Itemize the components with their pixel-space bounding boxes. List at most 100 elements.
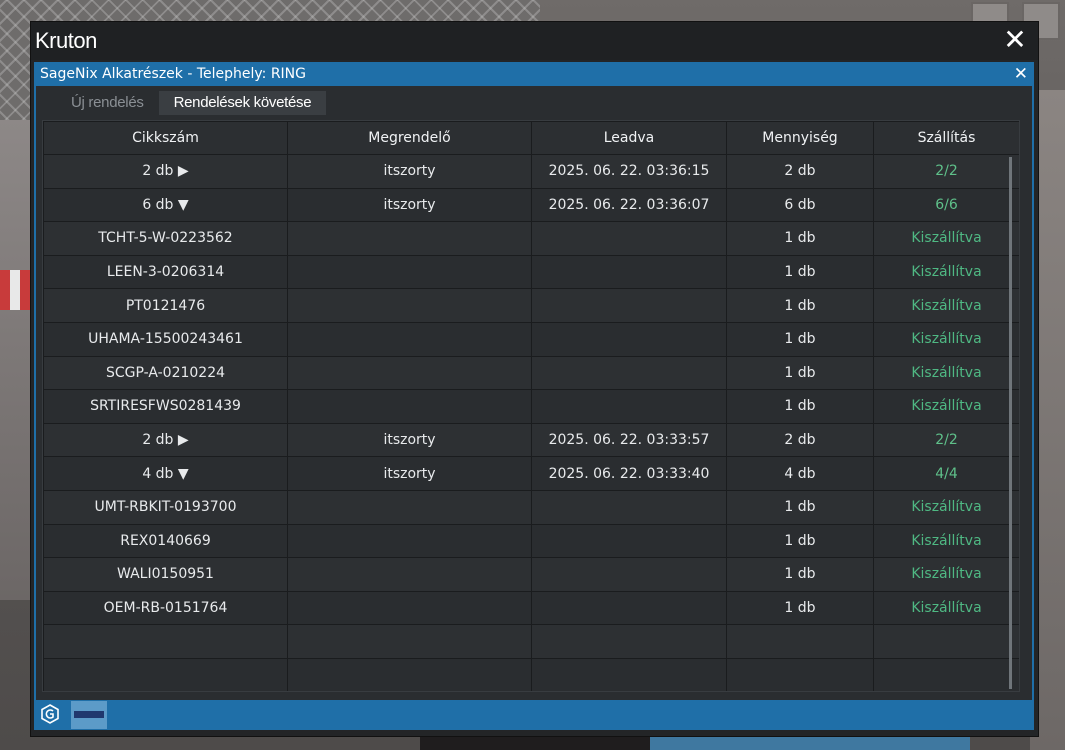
window-title: Kruton bbox=[35, 28, 97, 53]
window-close-button[interactable]: ✕ bbox=[1000, 25, 1030, 55]
cell-part-number: SCGP-A-0210224 bbox=[43, 355, 288, 391]
cell-customer bbox=[287, 523, 532, 559]
cell-placed bbox=[531, 489, 727, 525]
cell-placed bbox=[531, 221, 727, 256]
cell-part-number: LEEN-3-0206314 bbox=[43, 254, 288, 290]
cell-part-number: REX0140669 bbox=[43, 523, 288, 559]
cell-shipping bbox=[873, 657, 1019, 691]
cell-quantity: 1 db bbox=[726, 321, 874, 357]
table-row[interactable]: TCHT-5-W-0223562 1 db Kiszállítva bbox=[43, 221, 1019, 256]
panel-close-button[interactable]: ✕ bbox=[1014, 64, 1028, 84]
table-row[interactable]: 2 db ▶ itszorty 2025. 06. 22. 03:36:15 2 db… bbox=[43, 154, 1019, 189]
table-row[interactable]: UHAMA-15500243461 1 db Kiszállítva bbox=[43, 321, 1019, 357]
column-header-quantity[interactable]: Mennyiség bbox=[726, 121, 874, 155]
cell-placed bbox=[531, 355, 727, 391]
table-row[interactable]: 4 db ▼ itszorty 2025. 06. 22. 03:33:40 4 db… bbox=[43, 456, 1019, 491]
panel-title: SageNix Alkatrészek - Telephely: RING bbox=[40, 66, 306, 82]
cell-quantity: 6 db bbox=[726, 187, 874, 223]
cell-customer bbox=[287, 288, 532, 323]
cell-part-number: 4 db ▼ bbox=[43, 456, 288, 491]
cell-customer bbox=[287, 389, 532, 424]
close-icon: ✕ bbox=[1003, 23, 1027, 56]
cell-placed bbox=[531, 321, 727, 357]
cell-quantity: 2 db bbox=[726, 422, 874, 458]
column-header-placed[interactable]: Leadva bbox=[531, 121, 727, 155]
cell-placed bbox=[531, 557, 727, 592]
table-scrollbar[interactable] bbox=[1009, 157, 1012, 689]
cell-shipping: Kiszállítva bbox=[873, 321, 1019, 357]
table-row[interactable]: SRTIRESFWS0281439 1 db Kiszállítva bbox=[43, 389, 1019, 424]
cell-customer: itszorty bbox=[287, 187, 532, 223]
cell-placed bbox=[531, 288, 727, 323]
cell-placed bbox=[531, 590, 727, 626]
table-row[interactable]: 2 db ▶ itszorty 2025. 06. 22. 03:33:57 2 db… bbox=[43, 422, 1019, 458]
column-header-customer[interactable]: Megrendelő bbox=[287, 121, 532, 155]
cell-shipping: Kiszállítva bbox=[873, 523, 1019, 559]
cell-part-number: OEM-RB-0151764 bbox=[43, 590, 288, 626]
cell-part-number: UMT-RBKIT-0193700 bbox=[43, 489, 288, 525]
cell-part-number: PT0121476 bbox=[43, 288, 288, 323]
table-row[interactable]: OEM-RB-0151764 1 db Kiszállítva bbox=[43, 590, 1019, 626]
cell-placed: 2025. 06. 22. 03:33:57 bbox=[531, 422, 727, 458]
cell-shipping: Kiszállítva bbox=[873, 557, 1019, 592]
window-titlebar: Kruton ✕ bbox=[31, 22, 1038, 60]
table-row[interactable]: 6 db ▼ itszorty 2025. 06. 22. 03:36:07 6 db… bbox=[43, 187, 1019, 223]
tab-bar: Új rendelés Rendelések követése bbox=[56, 91, 327, 115]
cell-quantity: 1 db bbox=[726, 489, 874, 525]
table-row[interactable] bbox=[43, 624, 1019, 659]
cell-shipping: Kiszállítva bbox=[873, 389, 1019, 424]
cell-quantity: 1 db bbox=[726, 523, 874, 559]
cell-shipping: Kiszállítva bbox=[873, 355, 1019, 391]
background-figure bbox=[420, 735, 650, 750]
tab-new-order[interactable]: Új rendelés bbox=[56, 91, 159, 115]
cell-quantity bbox=[726, 657, 874, 691]
cell-customer: itszorty bbox=[287, 422, 532, 458]
cell-placed: 2025. 06. 22. 03:33:40 bbox=[531, 456, 727, 491]
cell-placed bbox=[531, 254, 727, 290]
brand-logo-icon[interactable] bbox=[71, 701, 107, 729]
table-row[interactable]: WALI0150951 1 db Kiszállítva bbox=[43, 557, 1019, 592]
table-row[interactable]: LEEN-3-0206314 1 db Kiszállítva bbox=[43, 254, 1019, 290]
cell-part-number: 2 db ▶ bbox=[43, 154, 288, 189]
cell-customer bbox=[287, 254, 532, 290]
tab-order-tracking[interactable]: Rendelések követése bbox=[158, 91, 327, 115]
table-row[interactable]: UMT-RBKIT-0193700 1 db Kiszállítva bbox=[43, 489, 1019, 525]
cell-quantity: 2 db bbox=[726, 154, 874, 189]
cell-shipping: Kiszállítva bbox=[873, 254, 1019, 290]
orders-table: Cikkszám Megrendelő Leadva Mennyiség Szá… bbox=[43, 121, 1019, 691]
cell-quantity: 1 db bbox=[726, 221, 874, 256]
brand-logo-mark bbox=[74, 711, 104, 718]
table-row[interactable]: SCGP-A-0210224 1 db Kiszállítva bbox=[43, 355, 1019, 391]
cell-shipping bbox=[873, 624, 1019, 659]
cell-part-number: 2 db ▶ bbox=[43, 422, 288, 458]
cell-customer bbox=[287, 221, 532, 256]
app-logo-icon[interactable] bbox=[40, 704, 60, 724]
cell-part-number bbox=[43, 657, 288, 691]
cell-quantity: 1 db bbox=[726, 590, 874, 626]
column-header-shipping[interactable]: Szállítás bbox=[873, 121, 1019, 155]
cell-quantity: 1 db bbox=[726, 355, 874, 391]
cell-part-number: UHAMA-15500243461 bbox=[43, 321, 288, 357]
column-header-part-number[interactable]: Cikkszám bbox=[43, 121, 288, 155]
table-row[interactable] bbox=[43, 657, 1019, 691]
cell-customer: itszorty bbox=[287, 456, 532, 491]
cell-customer bbox=[287, 557, 532, 592]
cell-customer bbox=[287, 590, 532, 626]
table-header-row: Cikkszám Megrendelő Leadva Mennyiség Szá… bbox=[43, 121, 1019, 155]
cell-customer: itszorty bbox=[287, 154, 532, 189]
cell-shipping: 6/6 bbox=[873, 187, 1019, 223]
cell-quantity: 1 db bbox=[726, 389, 874, 424]
cell-quantity: 4 db bbox=[726, 456, 874, 491]
cell-part-number bbox=[43, 624, 288, 659]
table-row[interactable]: REX0140669 1 db Kiszállítva bbox=[43, 523, 1019, 559]
cell-part-number: 6 db ▼ bbox=[43, 187, 288, 223]
cell-quantity: 1 db bbox=[726, 288, 874, 323]
cell-part-number: SRTIRESFWS0281439 bbox=[43, 389, 288, 424]
orders-table-container: Cikkszám Megrendelő Leadva Mennyiség Szá… bbox=[42, 120, 1020, 692]
cell-customer bbox=[287, 624, 532, 659]
cell-shipping: Kiszállítva bbox=[873, 221, 1019, 256]
cell-placed: 2025. 06. 22. 03:36:07 bbox=[531, 187, 727, 223]
cell-customer bbox=[287, 657, 532, 691]
cell-customer bbox=[287, 355, 532, 391]
table-row[interactable]: PT0121476 1 db Kiszállítva bbox=[43, 288, 1019, 323]
